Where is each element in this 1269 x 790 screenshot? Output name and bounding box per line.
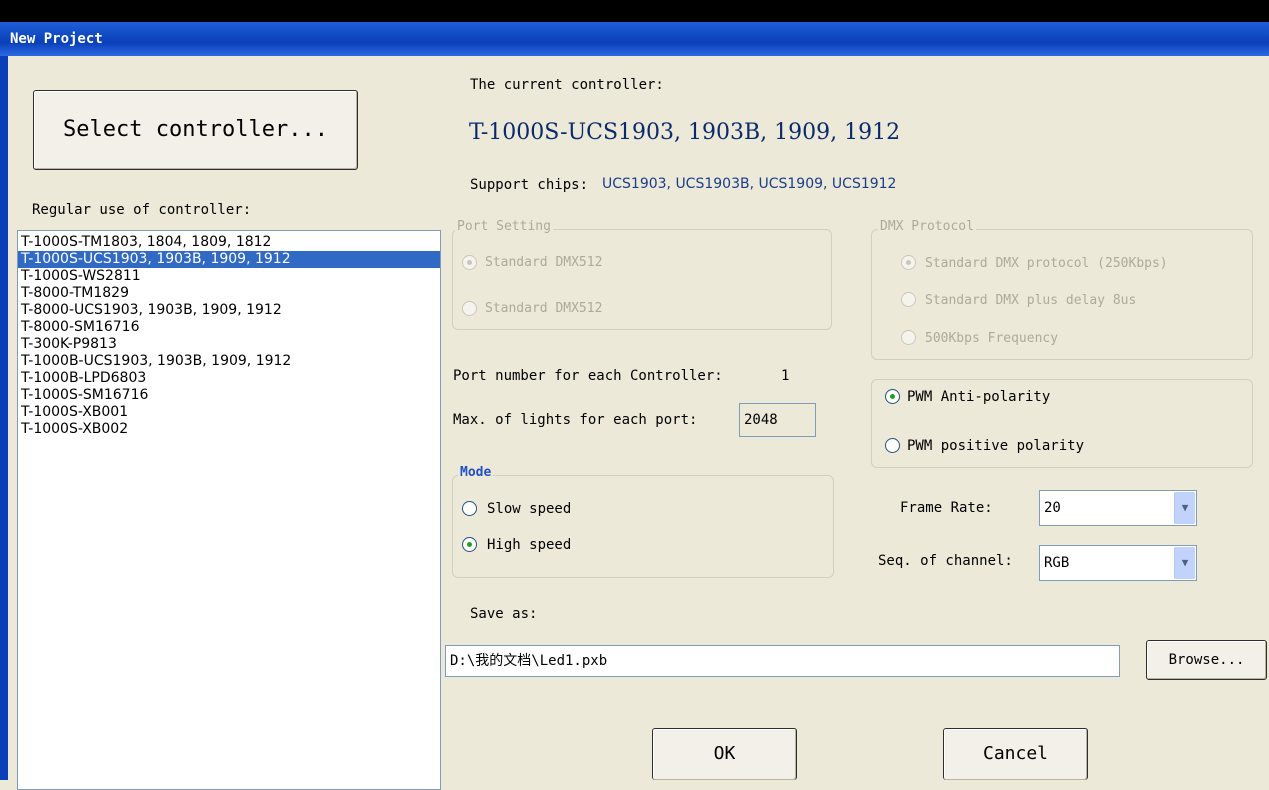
frame-rate-select[interactable]: 20 ▼ bbox=[1039, 490, 1197, 526]
controller-list-label: Regular use of controller: bbox=[32, 202, 252, 218]
save-path-input[interactable]: D:\我的文档\Led1.pxb bbox=[445, 645, 1120, 677]
channel-value: RGB bbox=[1044, 555, 1070, 571]
port-setting-legend: Port Setting bbox=[455, 219, 553, 234]
max-lights-label: Max. of lights for each port: bbox=[453, 412, 698, 428]
port-radio-1[interactable] bbox=[462, 255, 477, 270]
controller-list[interactable]: T-1000S-TM1803, 1804, 1809, 1812 T-1000S… bbox=[17, 230, 441, 790]
window-left-border bbox=[0, 56, 8, 780]
port-option-2: Standard DMX512 bbox=[485, 301, 603, 316]
list-item-selected[interactable]: T-1000S-UCS1903, 1903B, 1909, 1912 bbox=[18, 251, 440, 268]
list-item[interactable]: T-8000-TM1829 bbox=[18, 285, 440, 302]
title-bar[interactable]: New Project bbox=[0, 22, 1269, 56]
port-number-value: 1 bbox=[781, 368, 790, 384]
mode-group bbox=[452, 475, 834, 578]
list-item[interactable]: T-1000S-WS2811 bbox=[18, 268, 440, 285]
dmx-radio-2[interactable] bbox=[901, 292, 916, 307]
mode-legend: Mode bbox=[458, 465, 494, 480]
list-item[interactable]: T-1000S-SM16716 bbox=[18, 387, 440, 404]
port-number-label: Port number for each Controller: bbox=[453, 368, 723, 384]
frame-rate-value: 20 bbox=[1044, 500, 1061, 516]
dmx-option-2: Standard DMX plus delay 8us bbox=[925, 293, 1137, 308]
list-item[interactable]: T-8000-SM16716 bbox=[18, 319, 440, 336]
list-item[interactable]: T-1000S-TM1803, 1804, 1809, 1812 bbox=[18, 234, 440, 251]
port-option-1: Standard DMX512 bbox=[485, 255, 603, 270]
chevron-down-icon[interactable]: ▼ bbox=[1174, 492, 1195, 524]
dmx-radio-1[interactable] bbox=[901, 255, 916, 270]
dmx-radio-3[interactable] bbox=[901, 330, 916, 345]
list-item[interactable]: T-8000-UCS1903, 1903B, 1909, 1912 bbox=[18, 302, 440, 319]
max-lights-input[interactable]: 2048 bbox=[739, 403, 816, 437]
select-controller-button[interactable]: Select controller... bbox=[33, 90, 358, 170]
polarity-radio-anti[interactable] bbox=[885, 389, 900, 404]
list-item[interactable]: T-300K-P9813 bbox=[18, 336, 440, 353]
mode-radio-slow[interactable] bbox=[462, 501, 477, 516]
port-radio-2[interactable] bbox=[462, 301, 477, 316]
cancel-button[interactable]: Cancel bbox=[943, 728, 1088, 780]
list-item[interactable]: T-1000B-LPD6803 bbox=[18, 370, 440, 387]
current-controller-name: T-1000S-UCS1903, 1903B, 1909, 1912 bbox=[469, 120, 901, 145]
screen-top-bar bbox=[0, 0, 1269, 22]
ok-button[interactable]: OK bbox=[652, 728, 797, 780]
channel-label: Seq. of channel: bbox=[878, 553, 1013, 569]
mode-radio-high[interactable] bbox=[462, 537, 477, 552]
current-controller-label: The current controller: bbox=[470, 77, 664, 93]
polarity-option-positive: PWM positive polarity bbox=[907, 438, 1085, 454]
polarity-option-anti: PWM Anti-polarity bbox=[907, 389, 1051, 405]
list-item[interactable]: T-1000B-UCS1903, 1903B, 1909, 1912 bbox=[18, 353, 440, 370]
mode-option-high: High speed bbox=[487, 537, 572, 553]
dmx-option-3: 500Kbps Frequency bbox=[925, 331, 1059, 346]
mode-option-slow: Slow speed bbox=[487, 501, 572, 517]
browse-button[interactable]: Browse... bbox=[1146, 640, 1267, 680]
polarity-radio-positive[interactable] bbox=[885, 438, 900, 453]
save-as-label: Save as: bbox=[470, 606, 538, 622]
list-item[interactable]: T-1000S-XB001 bbox=[18, 404, 440, 421]
chevron-down-icon[interactable]: ▼ bbox=[1174, 547, 1195, 579]
list-item[interactable]: T-1000S-XB002 bbox=[18, 421, 440, 438]
channel-select[interactable]: RGB ▼ bbox=[1039, 545, 1197, 581]
window-title: New Project bbox=[10, 31, 103, 47]
support-chips-value: UCS1903, UCS1903B, UCS1909, UCS1912 bbox=[602, 176, 897, 192]
support-chips-label: Support chips: bbox=[470, 177, 589, 193]
dmx-option-1: Standard DMX protocol (250Kbps) bbox=[925, 256, 1168, 271]
frame-rate-label: Frame Rate: bbox=[900, 500, 993, 516]
dmx-protocol-legend: DMX Protocol bbox=[878, 219, 976, 234]
